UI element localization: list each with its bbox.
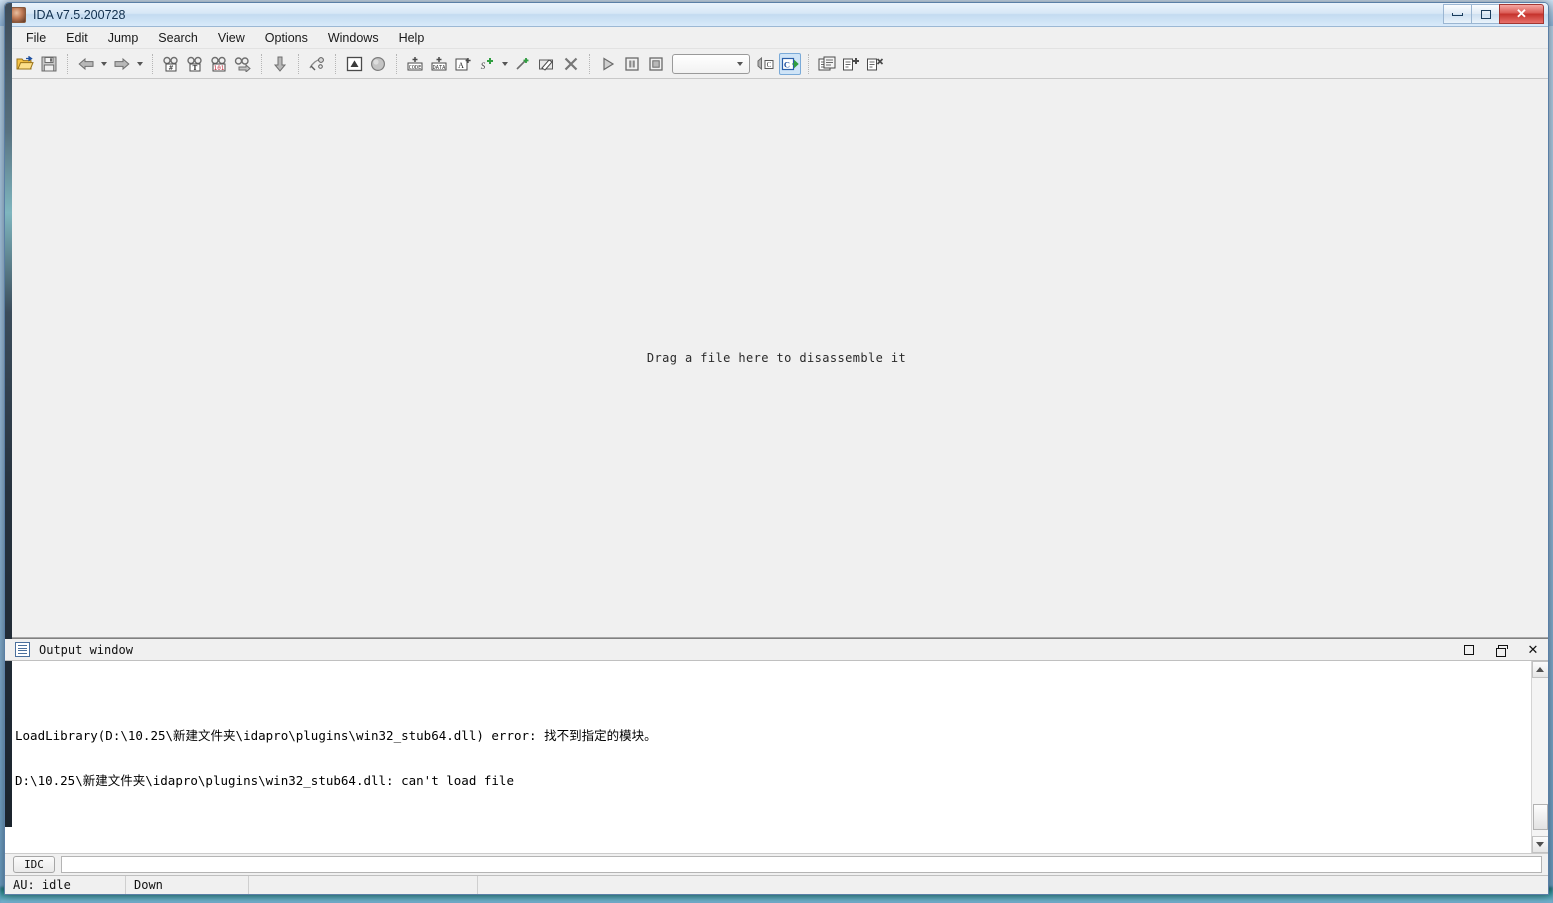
status-cell-3: [249, 876, 477, 895]
output-close-button[interactable]: ✕: [1526, 643, 1540, 657]
search-hex-icon[interactable]: #: [160, 53, 182, 75]
menu-item-search[interactable]: Search: [149, 29, 207, 47]
menu-item-view[interactable]: View: [209, 29, 254, 47]
window-left-edge-strip: [5, 2, 12, 827]
disassembly-drop-area[interactable]: Drag a file here to disassemble it: [5, 79, 1548, 638]
svg-text:A: A: [458, 61, 464, 70]
svg-text:C: C: [767, 61, 772, 69]
output-window-controls: ✕: [1462, 639, 1540, 661]
svg-text:C: C: [784, 59, 790, 69]
menu-item-help[interactable]: Help: [390, 29, 434, 47]
document-lines-icon: [15, 642, 30, 657]
drop-file-hint: Drag a file here to disassemble it: [647, 351, 906, 365]
output-window: Output window ✕ LoadLibrary(D:\10.25\新建文…: [5, 638, 1548, 853]
graph-overview-icon[interactable]: [306, 53, 328, 75]
make-struct-icon[interactable]: S: [476, 53, 498, 75]
svg-text:101: 101: [214, 65, 225, 72]
navigate-forward-icon[interactable]: [111, 53, 133, 75]
ida-avatar-icon: [10, 7, 26, 23]
svg-text:CODE: CODE: [409, 65, 422, 71]
scrollbar-track[interactable]: [1532, 678, 1549, 836]
output-scrollbar[interactable]: [1531, 661, 1548, 853]
list-window-icon[interactable]: [816, 53, 838, 75]
output-restore-button[interactable]: [1494, 643, 1508, 657]
output-maximize-button[interactable]: [1462, 643, 1476, 657]
window-controls: ✕: [1444, 4, 1544, 24]
debugger-pause-icon[interactable]: [621, 53, 643, 75]
navigate-back-dropdown[interactable]: [98, 53, 110, 75]
main-toolbar: # T 101: [5, 49, 1548, 79]
scroll-down-button[interactable]: [1532, 836, 1549, 853]
make-struct-dropdown[interactable]: [499, 53, 511, 75]
display-cross-reference-icon[interactable]: [343, 53, 365, 75]
menu-item-file[interactable]: File: [17, 29, 55, 47]
menu-item-edit[interactable]: Edit: [57, 29, 97, 47]
status-bar: AU: idle Down: [5, 875, 1548, 894]
log-block: LoadLibrary(D:\10.25\新建文件夹\idapro\plugin…: [15, 698, 1531, 818]
menu-bar: File Edit Jump Search View Options Windo…: [5, 27, 1548, 49]
status-au: AU: idle: [5, 876, 125, 895]
debugger-selector-combo[interactable]: [672, 54, 750, 74]
jump-down-icon[interactable]: [269, 53, 291, 75]
navigate-back-icon[interactable]: [75, 53, 97, 75]
output-window-title: Output window: [39, 643, 133, 657]
status-direction: Down: [126, 876, 248, 895]
make-code-icon[interactable]: CODE: [404, 53, 426, 75]
decompile-active-icon[interactable]: C: [779, 53, 801, 75]
menu-item-options[interactable]: Options: [256, 29, 317, 47]
output-log[interactable]: LoadLibrary(D:\10.25\新建文件夹\idapro\plugin…: [5, 661, 1531, 853]
desktop-background: IDA v7.5.200728 ✕ File Edit Jump Search …: [0, 0, 1553, 903]
output-window-body: LoadLibrary(D:\10.25\新建文件夹\idapro\plugin…: [5, 661, 1548, 853]
status-cell-4: [478, 876, 1548, 895]
ida-main-window: IDA v7.5.200728 ✕ File Edit Jump Search …: [4, 2, 1549, 895]
log-line-error: LoadLibrary(D:\10.25\新建文件夹\idapro\plugin…: [15, 728, 1531, 743]
svg-text:DATA: DATA: [433, 65, 447, 71]
log-line-detail: D:\10.25\新建文件夹\idapro\plugins\win32_stub…: [15, 773, 1531, 788]
search-immediate-icon[interactable]: 101: [208, 53, 230, 75]
circle-marker-icon[interactable]: [367, 53, 389, 75]
navigate-forward-dropdown[interactable]: [134, 53, 146, 75]
search-next-icon[interactable]: [232, 53, 254, 75]
open-file-icon[interactable]: [14, 53, 36, 75]
output-window-header: Output window ✕: [5, 639, 1548, 661]
search-text-icon[interactable]: T: [184, 53, 206, 75]
add-breakpoint-icon[interactable]: [840, 53, 862, 75]
close-button[interactable]: ✕: [1499, 4, 1544, 24]
idc-button[interactable]: IDC: [13, 856, 55, 873]
make-data-icon[interactable]: DATA: [428, 53, 450, 75]
scrollbar-thumb[interactable]: [1533, 804, 1548, 830]
scroll-up-button[interactable]: [1532, 661, 1549, 678]
svg-text:T: T: [193, 64, 198, 72]
idc-command-bar: IDC: [5, 853, 1548, 875]
maximize-button[interactable]: [1471, 4, 1500, 24]
title-bar[interactable]: IDA v7.5.200728 ✕: [5, 3, 1548, 27]
svg-text:S: S: [481, 61, 486, 71]
debugger-stop-icon[interactable]: [645, 53, 667, 75]
undefine-icon[interactable]: [512, 53, 534, 75]
remove-breakpoint-icon[interactable]: [864, 53, 886, 75]
decompile-icon[interactable]: C: [755, 53, 777, 75]
chevron-down-icon: [737, 62, 743, 66]
menu-item-windows[interactable]: Windows: [319, 29, 388, 47]
menu-item-jump[interactable]: Jump: [99, 29, 148, 47]
edit-function-icon[interactable]: [536, 53, 558, 75]
idc-input[interactable]: [61, 856, 1542, 873]
window-title: IDA v7.5.200728: [33, 8, 125, 22]
delete-icon[interactable]: [560, 53, 582, 75]
make-ascii-icon[interactable]: A: [452, 53, 474, 75]
debugger-run-icon[interactable]: [597, 53, 619, 75]
save-file-icon[interactable]: [38, 53, 60, 75]
minimize-button[interactable]: [1443, 4, 1472, 24]
